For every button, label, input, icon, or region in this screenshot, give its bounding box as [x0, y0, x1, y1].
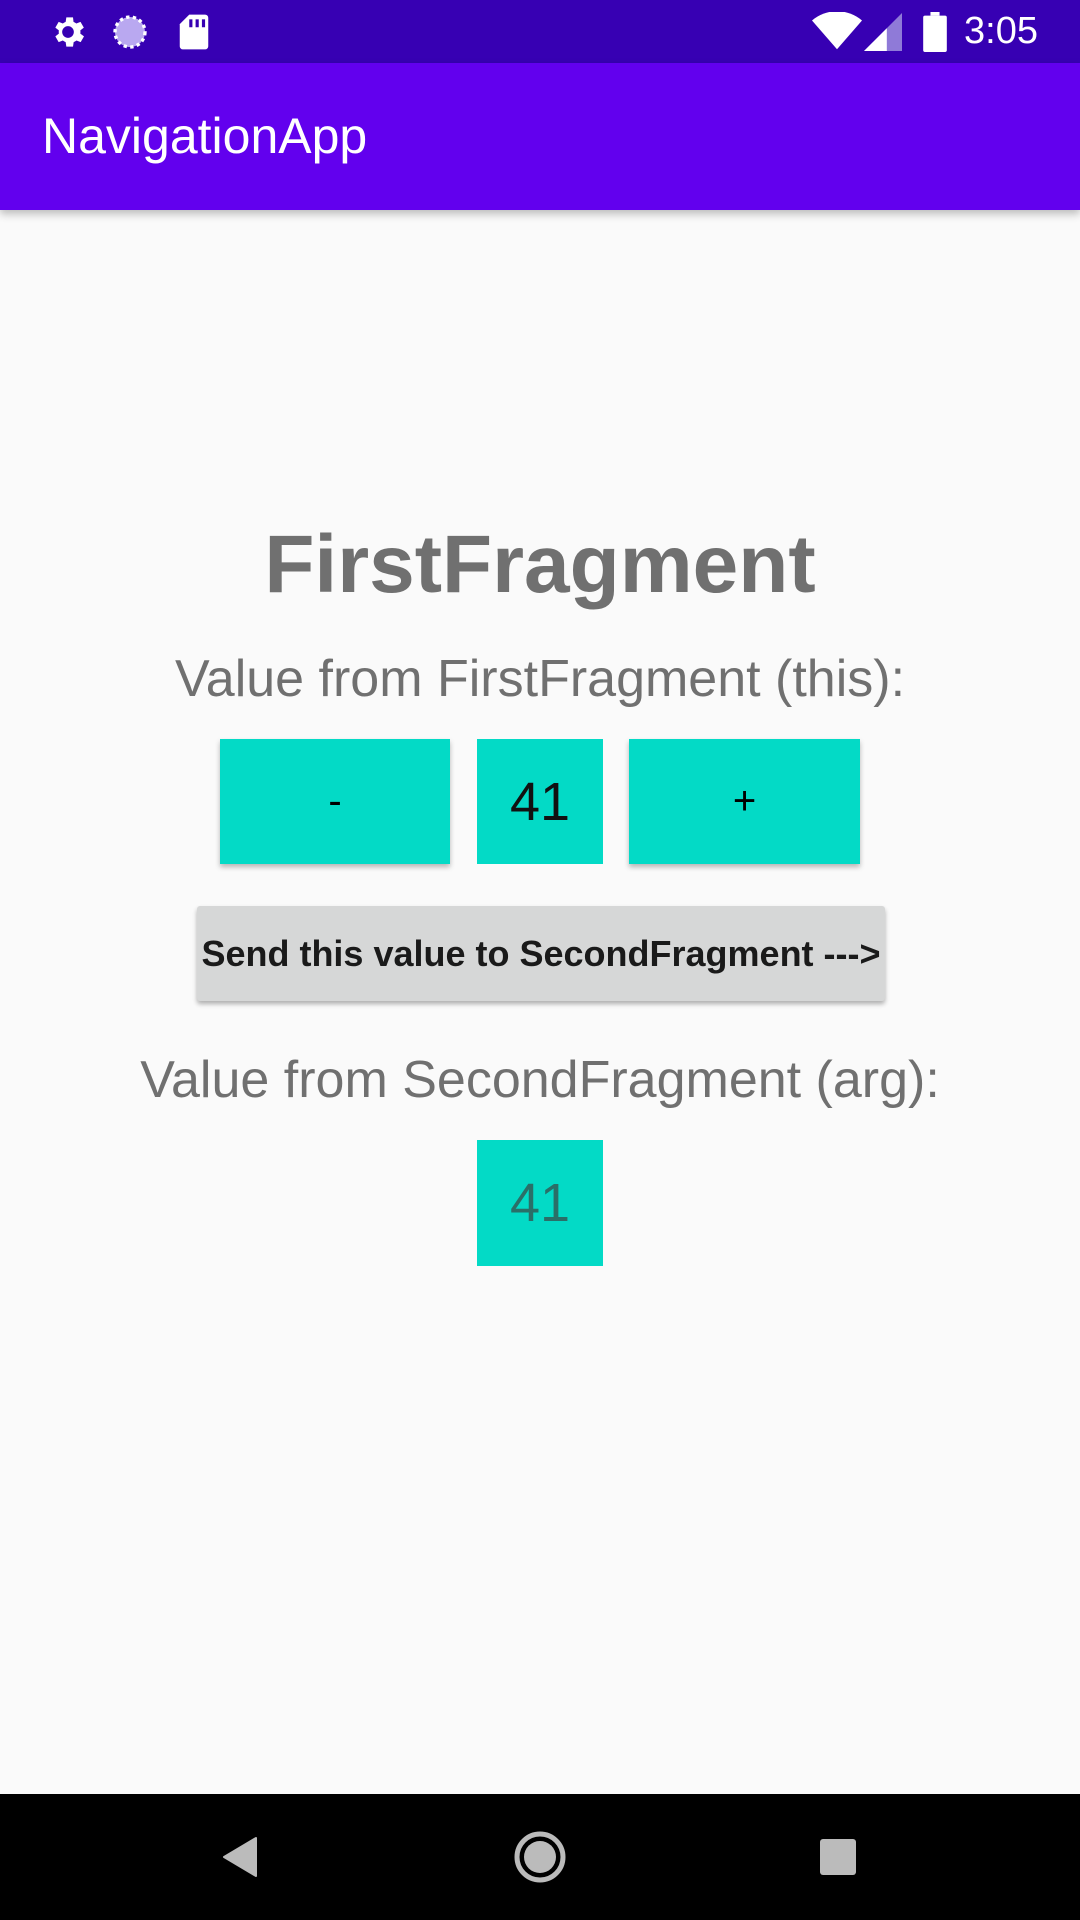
first-value-label: Value from FirstFragment (this):: [174, 650, 906, 708]
app-title: NavigationApp: [42, 108, 368, 164]
arg-value: 41: [477, 1140, 603, 1266]
recents-icon[interactable]: [775, 1794, 901, 1920]
sd-card-icon: [174, 0, 214, 63]
wifi-icon: [810, 0, 864, 63]
home-icon[interactable]: [477, 1794, 603, 1920]
decrement-button-label: -: [328, 779, 342, 823]
fragment-title: FirstFragment: [264, 519, 816, 610]
counter-value: 41: [477, 739, 603, 864]
signal-icon: [862, 0, 904, 63]
app-bar: NavigationApp: [0, 63, 1080, 210]
status-time: 3:05: [964, 10, 1038, 52]
increment-button-label: +: [732, 779, 757, 823]
increment-button[interactable]: +: [629, 739, 860, 864]
back-icon[interactable]: [178, 1794, 304, 1920]
battery-icon: [918, 0, 952, 63]
decrement-button[interactable]: -: [220, 739, 450, 864]
second-value-label: Value from SecondFragment (arg):: [140, 1051, 940, 1109]
sync-icon: [108, 0, 152, 63]
navigation-bar: [0, 1794, 1080, 1920]
app-screen: 3:05 NavigationApp FirstFragment Value f…: [0, 0, 1080, 1920]
gear-icon: [46, 0, 90, 63]
send-value-button[interactable]: Send this value to SecondFragment --->: [197, 906, 885, 1001]
status-bar: 3:05: [0, 0, 1080, 63]
